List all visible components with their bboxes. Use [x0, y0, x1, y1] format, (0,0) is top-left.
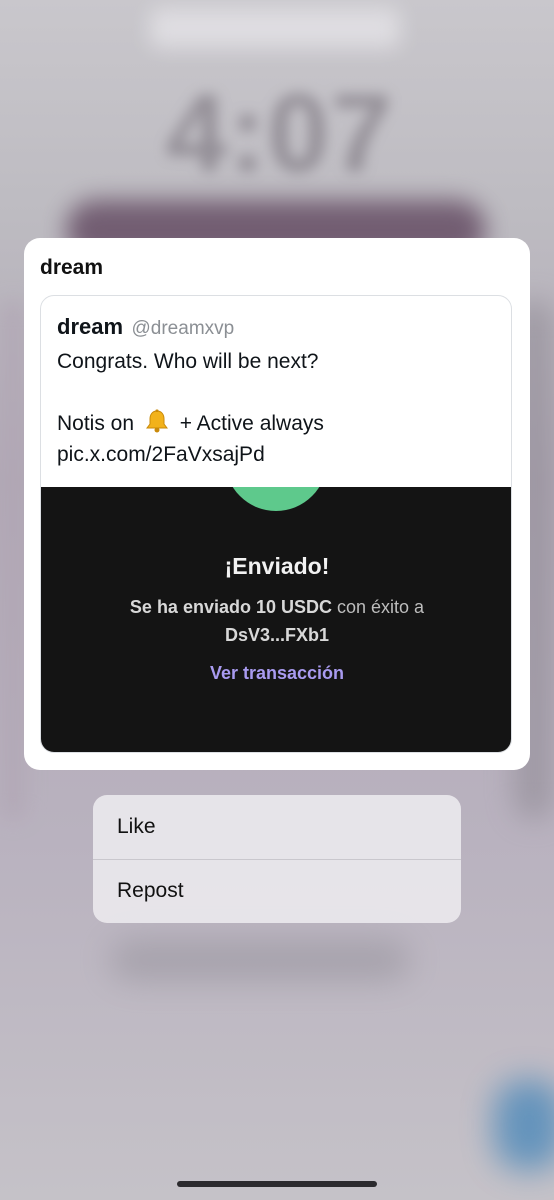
blurred-band [110, 940, 410, 980]
media-recipient: DsV3...FXb1 [224, 625, 330, 645]
tweet-line-2-start: Notis on [57, 412, 135, 435]
context-menu: Like Repost [93, 795, 461, 923]
home-indicator[interactable] [177, 1181, 377, 1187]
tweet-media-image[interactable]: ¡Enviado! Se ha enviado 10 USDC con éxit… [41, 487, 511, 752]
blurred-app-icon [494, 1080, 554, 1170]
tweet-line-2: Notis on + Active always [57, 408, 497, 439]
notification-preview-card[interactable]: dream dream @dreamxvp Congrats. Who will… [24, 238, 530, 770]
media-sent-suffix: con éxito a [337, 597, 425, 617]
tweet-card[interactable]: dream @dreamxvp Congrats. Who will be ne… [40, 295, 512, 753]
tweet-media-link[interactable]: pic.x.com/2FaVxsajPd [57, 439, 497, 470]
tweet-body: Congrats. Who will be next? Notis on + A… [57, 346, 497, 470]
media-sent-title: ¡Enviado! [224, 553, 330, 579]
media-sent-message: Se ha enviado 10 USDC con éxito a DsV3..… [41, 593, 511, 649]
bell-icon [145, 409, 168, 433]
blurred-left-strip [0, 300, 26, 820]
tweet-author-handle: @dreamxvp [131, 318, 235, 339]
tweet-line-2-end: + Active always [179, 412, 324, 435]
blurred-clock: 4:07 [165, 72, 395, 195]
media-view-transaction-link: Ver transacción [209, 663, 345, 683]
preview-title: dream [40, 256, 104, 279]
blurred-date-pill [150, 8, 400, 48]
menu-item-like[interactable]: Like [93, 795, 461, 859]
menu-item-repost[interactable]: Repost [93, 859, 461, 923]
tweet-author-name: dream [57, 314, 124, 339]
tweet-line-1: Congrats. Who will be next? [57, 350, 319, 373]
tweet-header: dream @dreamxvp [57, 314, 234, 340]
success-check-icon [225, 487, 327, 511]
media-sent-amount: Se ha enviado 10 USDC [129, 597, 332, 617]
